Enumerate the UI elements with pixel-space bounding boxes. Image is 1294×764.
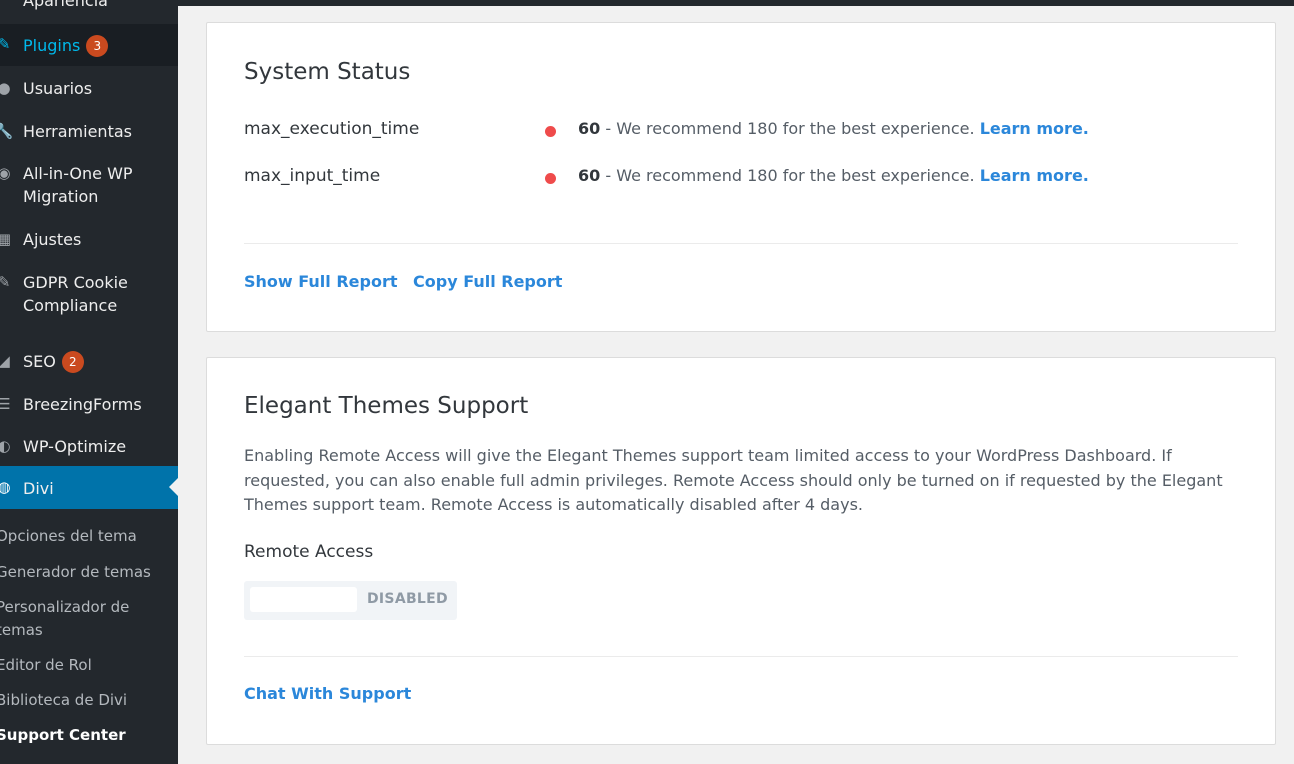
status-recommendation: - We recommend 180 for the best experien… (600, 166, 980, 185)
sidebar-item-label: BreezingForms (23, 395, 142, 414)
plugin-icon: ✎ (0, 34, 11, 53)
remote-access-toggle[interactable]: DISABLED (244, 581, 457, 620)
migration-icon: ◉ (0, 163, 11, 182)
copy-full-report-link[interactable]: Copy Full Report (413, 272, 562, 291)
edit-icon: ✎ (0, 272, 11, 291)
seo-icon: ◢ (0, 351, 10, 370)
status-error-dot (545, 126, 556, 137)
status-row-max-input-time: max_input_time 60 - We recommend 180 for… (244, 166, 1244, 190)
sidebar-item-apariencia[interactable]: Apariencia (0, 0, 178, 11)
support-title: Elegant Themes Support (244, 393, 529, 419)
users-icon: ● (0, 78, 11, 97)
status-message: 60 - We recommend 180 for the best exper… (578, 119, 1089, 138)
status-row-max-execution-time: max_execution_time 60 - We recommend 180… (244, 119, 1244, 143)
sidebar-item-label: Ajustes (23, 230, 82, 249)
current-menu-arrow (169, 478, 178, 496)
sidebar-item-plugins[interactable]: ✎ Plugins 3 (0, 24, 178, 66)
sidebar-item-label: Plugins (23, 36, 81, 55)
divider (244, 656, 1238, 657)
divider (244, 243, 1238, 244)
elegant-themes-support-card: Elegant Themes Support Enabling Remote A… (206, 357, 1276, 745)
show-full-report-link[interactable]: Show Full Report (244, 272, 397, 291)
optimize-icon: ◐ (0, 436, 11, 455)
sidebar-item-label: Usuarios (23, 79, 93, 98)
sidebar-item-label: Herramientas (23, 122, 132, 141)
remote-access-label: Remote Access (244, 542, 374, 562)
toggle-state-label: DISABLED (367, 591, 448, 607)
plugins-update-badge: 3 (86, 35, 109, 57)
submenu-item-biblioteca-de-divi[interactable]: Biblioteca de Divi (0, 689, 178, 712)
status-name: max_execution_time (244, 119, 420, 139)
sidebar-item-label: All-in-One WP Migration (23, 164, 133, 206)
submenu-item-generador-de-temas[interactable]: Generador de temas (0, 561, 178, 584)
status-value: 60 (578, 119, 601, 138)
submenu-item-opciones-del-tema[interactable]: Opciones del tema (0, 525, 178, 548)
status-error-dot (545, 173, 556, 184)
divi-icon: ◍ (0, 477, 11, 496)
sidebar-item-label: Apariencia (23, 0, 108, 10)
status-message: 60 - We recommend 180 for the best exper… (578, 166, 1089, 185)
sidebar-item-label: WP-Optimize (23, 437, 127, 456)
settings-icon: ▦ (0, 229, 12, 248)
chat-with-support-link[interactable]: Chat With Support (244, 684, 411, 703)
learn-more-link[interactable]: Learn more. (980, 166, 1089, 185)
support-description: Enabling Remote Access will give the Ele… (244, 446, 1223, 514)
sidebar-item-label: Divi (23, 479, 54, 498)
system-status-card: System Status max_execution_time 60 - We… (206, 22, 1276, 332)
toggle-knob (250, 587, 357, 612)
submenu-item-editor-de-rol[interactable]: Editor de Rol (0, 654, 178, 677)
sidebar-item-label: GDPR Cookie Compliance (23, 273, 128, 315)
learn-more-link[interactable]: Learn more. (980, 119, 1089, 138)
top-bar (178, 0, 1294, 6)
status-recommendation: - We recommend 180 for the best experien… (600, 119, 980, 138)
sidebar-item-label: SEO (23, 352, 56, 371)
submenu-item-support-center[interactable]: Support Center (0, 724, 178, 747)
sidebar-item-divi[interactable]: ◍ Divi (0, 466, 178, 509)
system-status-title: System Status (244, 59, 411, 85)
seo-notification-badge: 2 (61, 351, 84, 373)
admin-sidebar: Apariencia ✎ Plugins 3 ● Usuarios 🔧 Herra… (0, 0, 178, 764)
submenu-item-personalizador-de-temas[interactable]: Personalizador de temas (0, 596, 146, 642)
status-name: max_input_time (244, 166, 381, 186)
status-value: 60 (578, 166, 601, 185)
list-icon: ☰ (0, 394, 11, 413)
wrench-icon: 🔧 (0, 121, 14, 140)
